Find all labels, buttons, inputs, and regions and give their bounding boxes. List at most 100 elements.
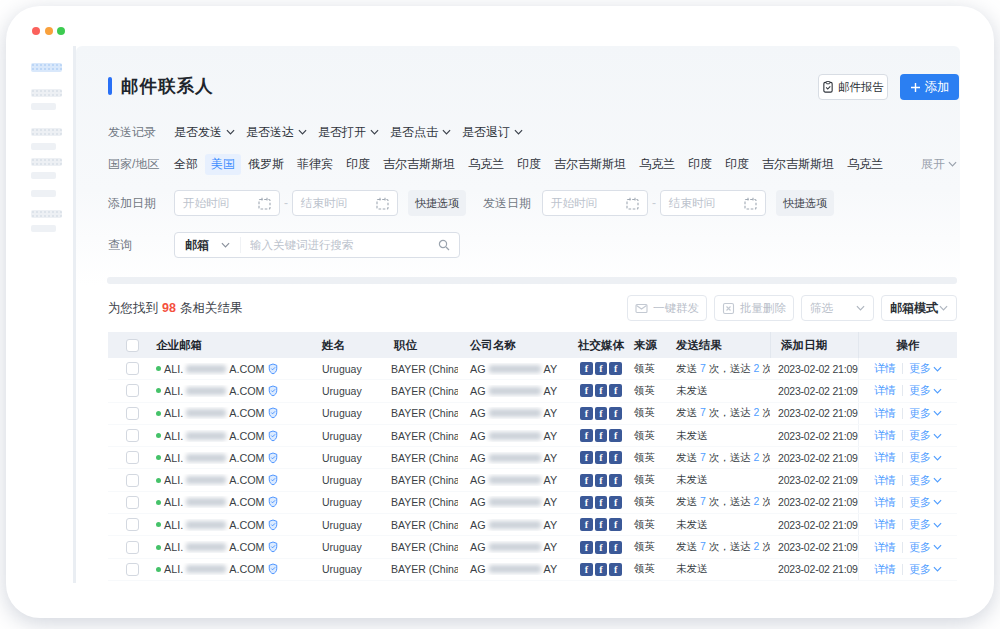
detail-link[interactable]: 详情	[874, 473, 896, 488]
detail-link[interactable]: 详情	[874, 517, 896, 532]
row-checkbox[interactable]	[126, 429, 139, 442]
facebook-icon[interactable]: f	[609, 429, 622, 442]
shield-icon[interactable]	[268, 519, 278, 531]
filter-select[interactable]: 筛选	[801, 295, 874, 321]
more-link[interactable]: 更多	[909, 540, 942, 555]
country-chip[interactable]: 吉尔吉斯斯坦	[762, 156, 834, 173]
facebook-icon[interactable]: f	[609, 563, 622, 576]
country-chip[interactable]: 美国	[205, 154, 241, 175]
sidebar-item-skeleton[interactable]	[31, 158, 62, 166]
sidebar-item-skeleton[interactable]	[31, 172, 56, 179]
add-button[interactable]: 添加	[900, 74, 959, 100]
shield-icon[interactable]	[268, 363, 278, 375]
shield-icon[interactable]	[268, 541, 278, 553]
row-checkbox[interactable]	[126, 496, 139, 509]
send-filter-3[interactable]: 是否点击	[390, 124, 451, 141]
row-checkbox[interactable]	[126, 407, 139, 420]
send-filter-4[interactable]: 是否退订	[462, 124, 523, 141]
facebook-icon[interactable]: f	[580, 451, 593, 464]
sidebar-item-skeleton[interactable]	[31, 210, 62, 218]
search-input[interactable]	[241, 239, 438, 251]
facebook-icon[interactable]: f	[609, 362, 622, 375]
shield-icon[interactable]	[268, 474, 278, 486]
close-window-button[interactable]	[32, 27, 40, 35]
facebook-icon[interactable]: f	[595, 474, 608, 487]
detail-link[interactable]: 详情	[874, 450, 896, 465]
facebook-icon[interactable]: f	[595, 563, 608, 576]
row-checkbox[interactable]	[126, 518, 139, 531]
country-chip[interactable]: 吉尔吉斯斯坦	[383, 156, 455, 173]
row-checkbox[interactable]	[126, 563, 139, 576]
detail-link[interactable]: 详情	[874, 361, 896, 376]
more-link[interactable]: 更多	[909, 473, 942, 488]
shield-icon[interactable]	[268, 563, 278, 575]
facebook-icon[interactable]: f	[580, 496, 593, 509]
country-chip[interactable]: 菲律宾	[297, 156, 333, 173]
country-chip[interactable]: 吉尔吉斯斯坦	[554, 156, 626, 173]
mode-select[interactable]: 邮箱模式	[881, 295, 957, 321]
sidebar-item-active-skeleton[interactable]	[31, 63, 62, 72]
maximize-window-button[interactable]	[57, 27, 65, 35]
shield-icon[interactable]	[268, 385, 278, 397]
facebook-icon[interactable]: f	[609, 384, 622, 397]
facebook-icon[interactable]: f	[580, 474, 593, 487]
mail-report-button[interactable]: 邮件报告	[818, 74, 888, 100]
facebook-icon[interactable]: f	[595, 362, 608, 375]
row-checkbox[interactable]	[126, 474, 139, 487]
query-type-select[interactable]: 邮箱	[175, 237, 241, 253]
detail-link[interactable]: 详情	[874, 383, 896, 398]
add-date-start-input[interactable]: 开始时间	[174, 190, 280, 216]
detail-link[interactable]: 详情	[874, 428, 896, 443]
more-link[interactable]: 更多	[909, 406, 942, 421]
more-link[interactable]: 更多	[909, 450, 942, 465]
facebook-icon[interactable]: f	[609, 451, 622, 464]
detail-link[interactable]: 详情	[874, 540, 896, 555]
select-all-checkbox[interactable]	[126, 339, 139, 352]
add-date-quick-options-button[interactable]: 快捷选项	[408, 190, 466, 216]
minimize-window-button[interactable]	[45, 27, 53, 35]
facebook-icon[interactable]: f	[595, 451, 608, 464]
row-checkbox[interactable]	[126, 384, 139, 397]
country-chip[interactable]: 俄罗斯	[248, 156, 284, 173]
facebook-icon[interactable]: f	[595, 407, 608, 420]
sidebar-item-skeleton[interactable]	[31, 128, 62, 136]
facebook-icon[interactable]: f	[580, 362, 593, 375]
more-link[interactable]: 更多	[909, 428, 942, 443]
search-icon[interactable]	[438, 239, 459, 251]
facebook-icon[interactable]: f	[595, 429, 608, 442]
country-chip[interactable]: 全部	[174, 156, 198, 173]
facebook-icon[interactable]: f	[609, 407, 622, 420]
facebook-icon[interactable]: f	[595, 496, 608, 509]
facebook-icon[interactable]: f	[609, 541, 622, 554]
bulk-delete-button[interactable]: 批量删除	[714, 295, 794, 321]
sidebar-item-skeleton[interactable]	[31, 143, 56, 150]
sidebar-item-skeleton[interactable]	[31, 225, 56, 232]
send-date-end-input[interactable]: 结束时间	[660, 190, 766, 216]
facebook-icon[interactable]: f	[580, 518, 593, 531]
country-chip[interactable]: 印度	[346, 156, 370, 173]
row-checkbox[interactable]	[126, 541, 139, 554]
facebook-icon[interactable]: f	[595, 384, 608, 397]
facebook-icon[interactable]: f	[609, 496, 622, 509]
send-filter-1[interactable]: 是否送达	[246, 124, 307, 141]
row-checkbox[interactable]	[126, 451, 139, 464]
sidebar-item-skeleton[interactable]	[31, 190, 56, 197]
country-chip[interactable]: 乌克兰	[847, 156, 883, 173]
detail-link[interactable]: 详情	[874, 406, 896, 421]
add-date-end-input[interactable]: 结束时间	[292, 190, 398, 216]
detail-link[interactable]: 详情	[874, 495, 896, 510]
facebook-icon[interactable]: f	[580, 429, 593, 442]
facebook-icon[interactable]: f	[609, 518, 622, 531]
detail-link[interactable]: 详情	[874, 562, 896, 577]
shield-icon[interactable]	[268, 452, 278, 464]
country-chip[interactable]: 乌克兰	[639, 156, 675, 173]
shield-icon[interactable]	[268, 496, 278, 508]
country-chip[interactable]: 乌克兰	[468, 156, 504, 173]
bulk-send-button[interactable]: 一键群发	[627, 295, 707, 321]
more-link[interactable]: 更多	[909, 383, 942, 398]
facebook-icon[interactable]: f	[580, 407, 593, 420]
send-filter-0[interactable]: 是否发送	[174, 124, 235, 141]
more-link[interactable]: 更多	[909, 562, 942, 577]
send-filter-2[interactable]: 是否打开	[318, 124, 379, 141]
facebook-icon[interactable]: f	[580, 384, 593, 397]
